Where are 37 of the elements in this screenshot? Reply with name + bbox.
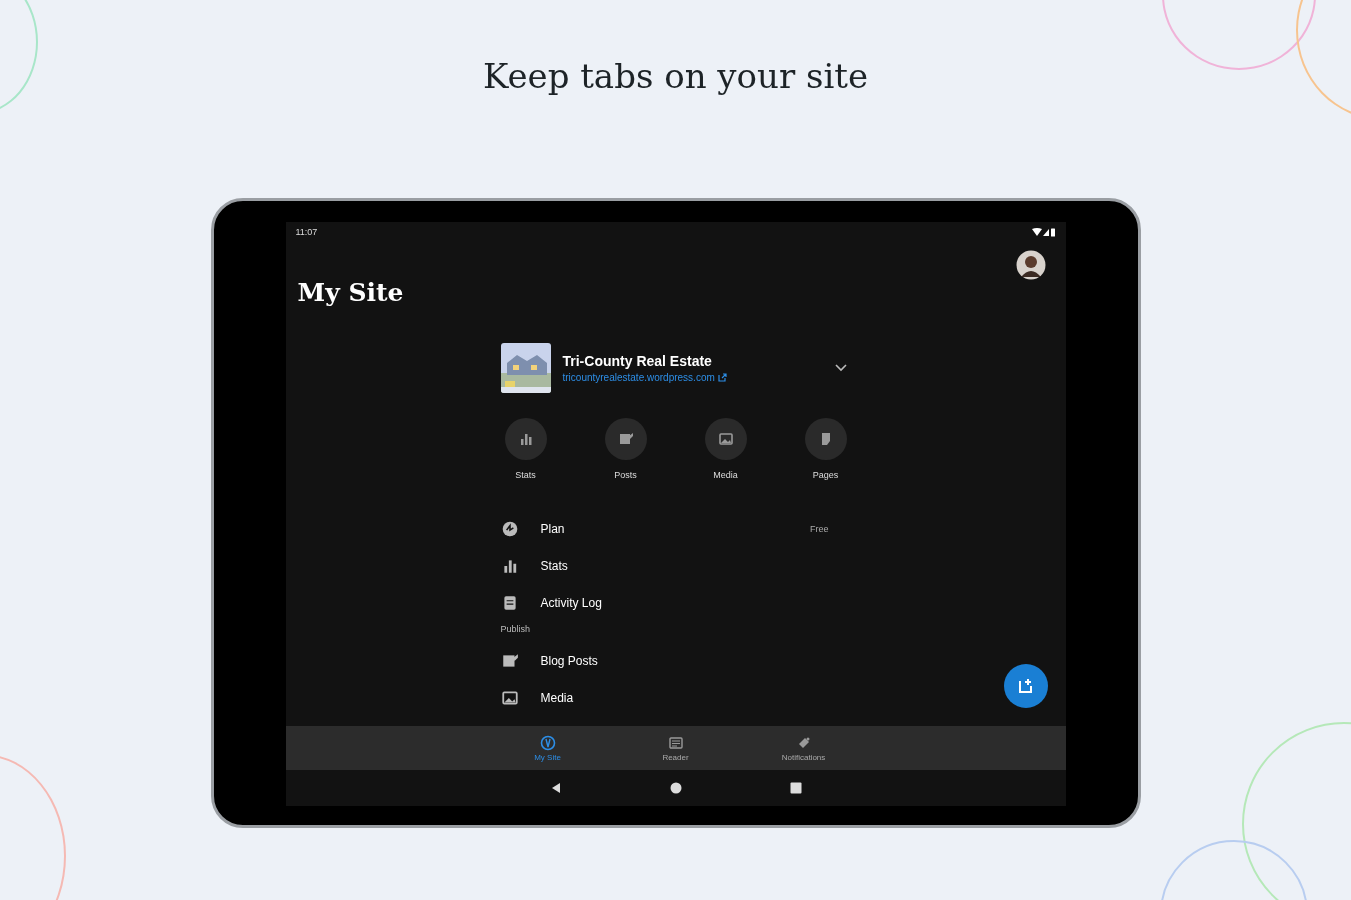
image-icon bbox=[717, 431, 734, 447]
wordpress-icon bbox=[539, 734, 556, 751]
nav-tab[interactable]: My Site bbox=[509, 726, 586, 770]
nav-tab[interactable]: Reader bbox=[637, 726, 714, 770]
post-icon bbox=[617, 431, 634, 447]
external-link-icon bbox=[717, 373, 727, 382]
quick-action-button[interactable] bbox=[604, 418, 647, 460]
menu-item[interactable]: Media bbox=[500, 679, 851, 716]
site-url-link[interactable]: tricountyrealestate.wordpress.com bbox=[562, 372, 835, 383]
quick-action-label: Media bbox=[713, 470, 738, 480]
menu-item[interactable]: Plan Free bbox=[500, 510, 851, 547]
menu-item[interactable]: Stats bbox=[500, 547, 851, 584]
recents-button[interactable] bbox=[789, 782, 802, 794]
section-header: Publish bbox=[500, 622, 532, 636]
status-icons bbox=[1031, 227, 1056, 237]
site-name: Tri-County Real Estate bbox=[562, 353, 713, 369]
quick-action-button[interactable] bbox=[804, 418, 847, 460]
plan-icon bbox=[500, 519, 519, 538]
menu-item[interactable]: Blog Posts bbox=[500, 642, 851, 679]
headline: Keep tabs on your site bbox=[482, 56, 869, 98]
plan-label: Free bbox=[810, 523, 829, 534]
chevron-down-icon[interactable] bbox=[834, 364, 847, 372]
quick-action-label: Stats bbox=[515, 470, 536, 480]
page-title: My Site bbox=[297, 278, 404, 309]
create-button[interactable] bbox=[1003, 664, 1048, 708]
quick-action-label: Posts bbox=[614, 470, 637, 480]
quick-action-button[interactable] bbox=[704, 418, 747, 460]
menu-item[interactable]: Activity Log bbox=[500, 584, 851, 621]
create-icon bbox=[1016, 677, 1035, 695]
avatar-icon[interactable] bbox=[1015, 250, 1046, 280]
image-icon bbox=[500, 688, 519, 707]
home-button[interactable] bbox=[669, 782, 682, 794]
status-time: 11:07 bbox=[295, 227, 318, 237]
quick-action-label: Pages bbox=[812, 470, 839, 480]
nav-tab[interactable]: Notifications bbox=[765, 726, 842, 770]
reader-icon bbox=[667, 734, 684, 751]
quick-action-button[interactable] bbox=[504, 418, 547, 460]
